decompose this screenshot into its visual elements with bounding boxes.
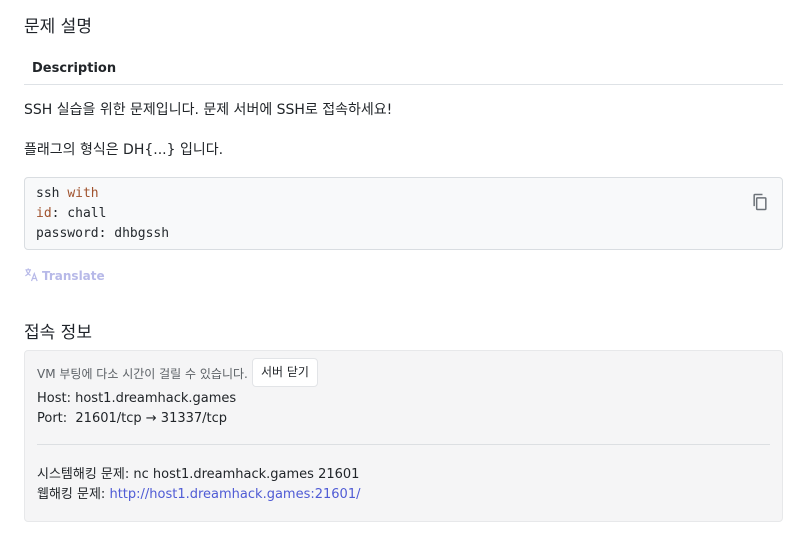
code-line-1: ssh with xyxy=(36,186,99,201)
host-info: Host: host1.dreamhack.games xyxy=(37,391,237,406)
access-info-title: 접속 정보 xyxy=(24,323,92,343)
code-keyword: id xyxy=(36,206,52,221)
close-server-button[interactable]: 서버 닫기 xyxy=(252,358,318,387)
web-hacking-info: 웹해킹 문제: http://host1.dreamhack.games:216… xyxy=(37,483,360,502)
translate-button[interactable]: Translate xyxy=(24,267,105,285)
translate-icon xyxy=(24,267,39,285)
system-hacking-info: 시스템해킹 문제: nc host1.dreamhack.games 21601 xyxy=(37,467,360,482)
divider xyxy=(37,444,770,445)
description-tab[interactable]: Description xyxy=(32,61,116,76)
problem-paragraph-2: 플래그의 형식은 DH{...} 입니다. xyxy=(24,142,224,158)
port-info: Port: 21601/tcp → 31337/tcp xyxy=(37,411,228,426)
code-keyword: with xyxy=(67,186,99,201)
code-block: ssh with id: chall password: dhbgssh xyxy=(24,177,783,250)
web-hacking-label: 웹해킹 문제: xyxy=(37,487,110,502)
copy-icon[interactable] xyxy=(750,192,770,212)
problem-description-title: 문제 설명 xyxy=(24,17,92,37)
code-line-2: id: chall xyxy=(36,206,106,221)
vm-boot-note: VM 부팅에 다소 시간이 걸릴 수 있습니다. xyxy=(37,367,248,381)
access-info-box: VM 부팅에 다소 시간이 걸릴 수 있습니다. 서버 닫기 Host: hos… xyxy=(24,350,783,522)
code-line-3: password: dhbgssh xyxy=(36,226,170,241)
problem-paragraph-1: SSH 실습을 위한 문제입니다. 문제 서버에 SSH로 접속하세요! xyxy=(24,102,393,118)
web-hacking-link[interactable]: http://host1.dreamhack.games:21601/ xyxy=(109,487,360,502)
translate-label: Translate xyxy=(42,269,105,283)
code-text: ssh xyxy=(36,186,68,201)
description-tab-bar: Description xyxy=(24,52,783,85)
challenge-page: 문제 설명 Description SSH 실습을 위한 문제입니다. 문제 서… xyxy=(0,0,800,533)
code-text: : chall xyxy=(51,206,107,221)
